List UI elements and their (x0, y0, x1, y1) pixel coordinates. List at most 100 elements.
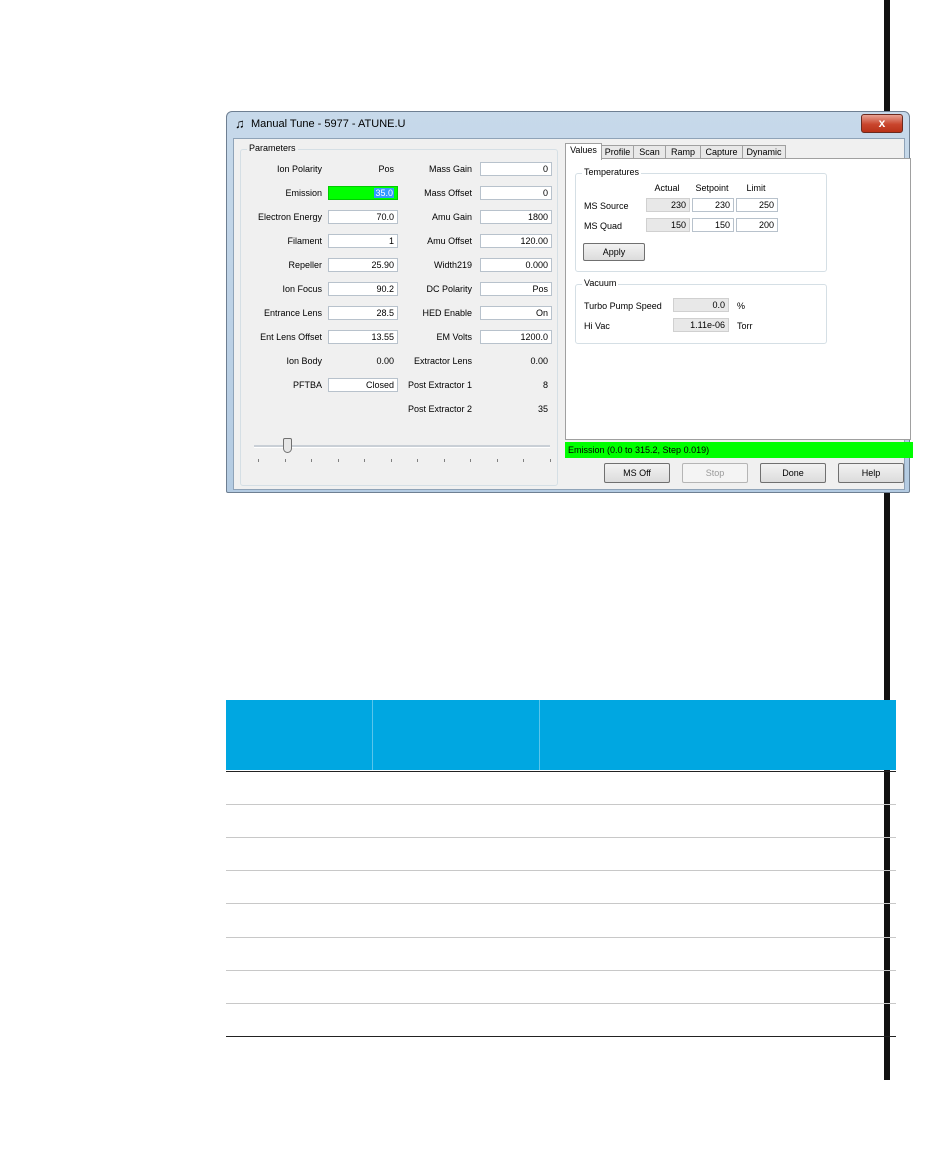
param-label-post-extractor-1: Post Extractor 1 (407, 380, 472, 390)
table-row (226, 804, 896, 805)
temp-row-label-ms-quad: MS Quad (584, 221, 623, 231)
vacuum-group: Vacuum (575, 278, 827, 344)
done-button[interactable]: Done (760, 463, 826, 483)
temp-col-limit: Limit (746, 183, 766, 193)
vacuum-label-hi-vac: Hi Vac (584, 321, 610, 331)
param-field-pftba[interactable]: Closed (328, 378, 398, 392)
param-label-repeller: Repeller (288, 260, 322, 270)
param-field-post-extractor-1: 8 (480, 378, 552, 392)
temp-ms-source-setpoint[interactable]: 230 (692, 198, 734, 212)
param-label-amu-gain: Amu Gain (431, 212, 472, 222)
window-title: Manual Tune - 5977 - ATUNE.U (251, 118, 406, 130)
slider-tick (470, 459, 471, 462)
table-row (226, 1003, 896, 1004)
slider-tick (390, 459, 392, 462)
param-field-ion-focus[interactable]: 90.2 (328, 282, 398, 296)
vacuum-turbo-pump-speed-value: 0.0 (673, 298, 729, 312)
music-note-icon: ♫ (235, 116, 245, 131)
param-label-emission: Emission (285, 188, 322, 198)
param-label-ion-polarity: Ion Polarity (276, 164, 322, 174)
param-label-em-volts: EM Volts (436, 332, 472, 342)
ms-off-button[interactable]: MS Off (604, 463, 670, 483)
table-header-rule (226, 771, 896, 772)
parameters-group-title: Parameters (247, 143, 298, 153)
param-label-electron-energy: Electron Energy (257, 212, 322, 222)
temp-ms-source-actual: 230 (646, 198, 690, 212)
tab-ramp[interactable]: Ramp (665, 145, 701, 159)
param-field-amu-offset[interactable]: 120.00 (480, 234, 552, 248)
tab-scan[interactable]: Scan (633, 145, 666, 159)
param-field-em-volts[interactable]: 1200.0 (480, 330, 552, 344)
param-label-hed-enable: HED Enable (422, 308, 472, 318)
vacuum-label-turbo-pump-speed: Turbo Pump Speed (584, 301, 662, 311)
param-field-ion-body: 0.00 (328, 354, 398, 368)
manual-tune-window: ♫ Manual Tune - 5977 - ATUNE.U x Paramet… (226, 111, 913, 493)
tab-profile[interactable]: Profile (601, 145, 634, 159)
slider-tick (311, 459, 312, 462)
param-field-hed-enable[interactable]: On (480, 306, 552, 320)
table-header (226, 700, 896, 770)
vacuum-hi-vac-value: 1.11e-06 (673, 318, 729, 332)
param-label-ion-focus: Ion Focus (282, 284, 322, 294)
slider-tick (523, 459, 524, 462)
temp-col-actual: Actual (654, 183, 680, 193)
temp-ms-quad-actual: 150 (646, 218, 690, 232)
param-label-ent-lens-offset: Ent Lens Offset (260, 332, 322, 342)
param-label-extractor-lens: Extractor Lens (413, 356, 472, 366)
tab-dynamic[interactable]: Dynamic (742, 145, 786, 159)
table-row (226, 837, 896, 838)
table-row (226, 903, 896, 904)
close-button[interactable]: x (861, 114, 903, 133)
window-client-area: Parameters Ion Polarity Pos Emission 35.… (233, 138, 913, 490)
param-field-ent-lens-offset[interactable]: 13.55 (328, 330, 398, 344)
param-field-width219[interactable]: 0.000 (480, 258, 552, 272)
vacuum-group-title: Vacuum (582, 278, 619, 288)
param-field-dc-polarity[interactable]: Pos (480, 282, 552, 296)
temp-ms-quad-setpoint[interactable]: 150 (692, 218, 734, 232)
temp-col-setpoint: Setpoint (695, 183, 729, 193)
table-row (226, 870, 896, 871)
param-label-amu-offset: Amu Offset (427, 236, 472, 246)
parameter-slider-track[interactable] (254, 445, 550, 448)
slider-tick (443, 459, 445, 462)
table-header-divider (539, 700, 540, 770)
param-label-mass-gain: Mass Gain (428, 164, 472, 174)
status-bar: Emission (0.0 to 315.2, Step 0.019) (565, 442, 913, 458)
help-button[interactable]: Help (838, 463, 904, 483)
param-field-mass-offset[interactable]: 0 (480, 186, 552, 200)
param-label-ion-body: Ion Body (286, 356, 322, 366)
param-label-pftba: PFTBA (292, 380, 322, 390)
param-field-amu-gain[interactable]: 1800 (480, 210, 552, 224)
param-field-repeller[interactable]: 25.90 (328, 258, 398, 272)
param-label-post-extractor-2: Post Extractor 2 (407, 404, 472, 414)
slider-tick (364, 459, 365, 462)
slider-tick (496, 459, 498, 462)
param-field-ion-polarity: Pos (328, 162, 398, 176)
param-label-mass-offset: Mass Offset (424, 188, 472, 198)
param-field-mass-gain[interactable]: 0 (480, 162, 552, 176)
param-field-post-extractor-2: 35 (480, 402, 552, 416)
table-header-divider (372, 700, 373, 770)
temp-ms-source-limit[interactable]: 250 (736, 198, 778, 212)
param-field-entrance-lens[interactable]: 28.5 (328, 306, 398, 320)
title-bar[interactable]: ♫ Manual Tune - 5977 - ATUNE.U x (227, 112, 909, 136)
slider-tick (549, 459, 551, 462)
param-field-emission[interactable]: 35.0 (328, 186, 398, 200)
temp-ms-quad-limit[interactable]: 200 (736, 218, 778, 232)
emission-selected-text: 35.0 (374, 188, 394, 198)
tab-capture[interactable]: Capture (700, 145, 743, 159)
tab-values[interactable]: Values (565, 143, 602, 160)
param-label-width219: Width219 (433, 260, 472, 270)
param-field-filament[interactable]: 1 (328, 234, 398, 248)
apply-button[interactable]: Apply (583, 243, 645, 261)
slider-tick (417, 459, 418, 462)
param-label-entrance-lens: Entrance Lens (263, 308, 322, 318)
parameter-slider-thumb[interactable] (282, 438, 292, 453)
vacuum-turbo-pump-speed-unit: % (737, 301, 746, 311)
slider-tick (284, 459, 286, 462)
param-field-extractor-lens: 0.00 (480, 354, 552, 368)
table-bottom-rule (226, 1036, 896, 1037)
param-field-electron-energy[interactable]: 70.0 (328, 210, 398, 224)
table-row (226, 937, 896, 938)
stop-button[interactable]: Stop (682, 463, 748, 483)
